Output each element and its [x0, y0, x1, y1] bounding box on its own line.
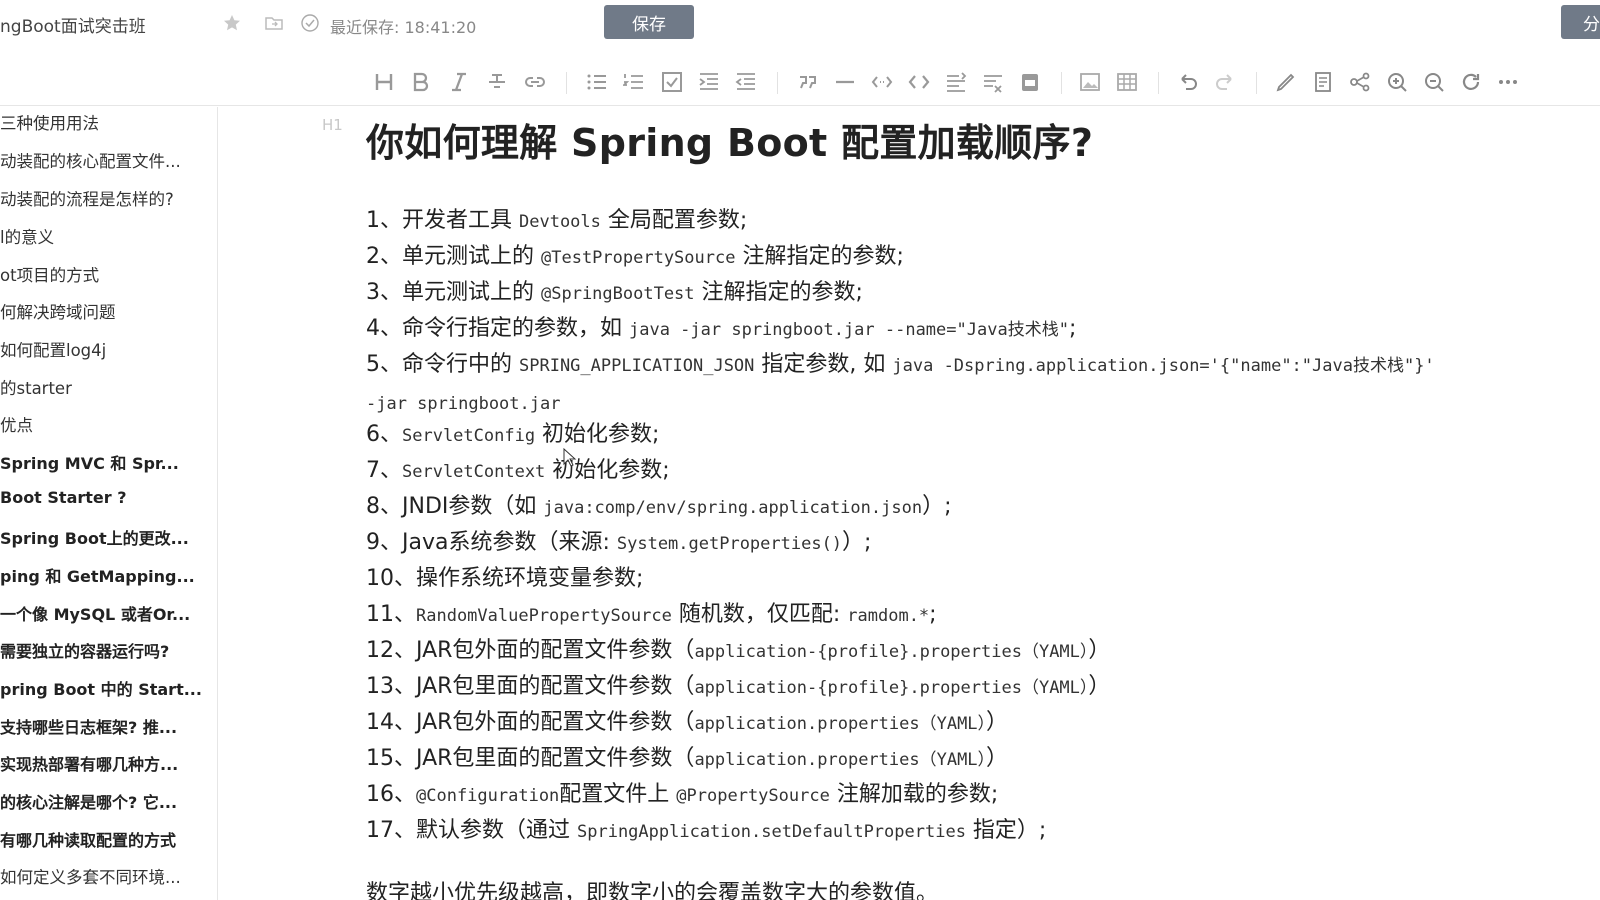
share-button[interactable]: 分	[1561, 5, 1600, 39]
list-item[interactable]: 13、JAR包里面的配置文件参数（application-{profile}.p…	[366, 672, 1110, 703]
list-item[interactable]: 16、@Configuration配置文件上 @PropertySource 注…	[366, 780, 998, 811]
sidebar-item[interactable]: ot项目的方式	[0, 262, 217, 288]
heading-level-marker: H1	[322, 116, 343, 134]
sidebar-item[interactable]: 的starter	[0, 375, 217, 401]
checklist-icon[interactable]	[660, 70, 684, 94]
sidebar-item[interactable]: 有哪几种读取配置的方式	[0, 827, 217, 853]
sidebar-item[interactable]: l的意义	[0, 224, 217, 250]
note-icon[interactable]	[1311, 70, 1335, 94]
list-item[interactable]: 14、JAR包外面的配置文件参数（application.properties（…	[366, 708, 1008, 739]
list-item[interactable]: 6、ServletConfig 初始化参数;	[366, 420, 659, 451]
pen-icon[interactable]	[1274, 70, 1298, 94]
sidebar-item[interactable]: 如何配置log4j	[0, 337, 217, 363]
list-item[interactable]: 12、JAR包外面的配置文件参数（application-{profile}.p…	[366, 636, 1110, 667]
list-item[interactable]: 17、默认参数（通过 SpringApplication.setDefaultP…	[366, 816, 1046, 847]
save-draft-icon[interactable]	[1018, 70, 1042, 94]
strikethrough-icon[interactable]	[485, 70, 509, 94]
folder-icon[interactable]	[264, 13, 284, 33]
outline-sidebar: 三种使用用法 动装配的核心配置文件... 动装配的流程是怎样的? l的意义 ot…	[0, 107, 218, 900]
link-icon[interactable]	[523, 70, 547, 94]
sidebar-item[interactable]: 优点	[0, 412, 217, 438]
list-item[interactable]: 7、ServletContext 初始化参数;	[366, 456, 670, 487]
mouse-cursor-icon	[563, 447, 577, 472]
saved-check-icon	[300, 13, 320, 33]
save-status: 最近保存: 18:41:20	[330, 18, 477, 37]
sidebar-item[interactable]: 如何定义多套不同环境...	[0, 864, 217, 890]
sidebar-item[interactable]: Boot Starter ?	[0, 488, 217, 514]
refresh-icon[interactable]	[1459, 70, 1483, 94]
zoom-in-icon[interactable]	[1385, 70, 1409, 94]
sidebar-item[interactable]: 三种使用用法	[0, 110, 217, 136]
editor-toolbar	[0, 60, 1600, 106]
list-item[interactable]: 15、JAR包里面的配置文件参数（application.properties（…	[366, 744, 1008, 775]
sidebar-item[interactable]: 动装配的核心配置文件...	[0, 148, 217, 174]
document-title: ngBoot面试突击班	[0, 17, 146, 37]
list-item-continuation[interactable]: -jar springboot.jar	[366, 389, 560, 419]
heading-icon[interactable]	[372, 70, 396, 94]
more-icon[interactable]	[1496, 70, 1520, 94]
document-heading[interactable]: 你如何理解 Spring Boot 配置加载顺序?	[366, 112, 1093, 167]
numbered-list-icon[interactable]	[622, 70, 646, 94]
sidebar-item[interactable]: 需要独立的容器运行吗?	[0, 638, 217, 664]
list-item[interactable]: 11、RandomValuePropertySource 随机数，仅匹配: ra…	[366, 600, 937, 631]
table-icon[interactable]	[1115, 70, 1139, 94]
sidebar-item[interactable]: 动装配的流程是怎样的?	[0, 186, 217, 212]
sidebar-item[interactable]: pring Boot 中的 Start...	[0, 676, 217, 702]
code-block-icon[interactable]	[907, 70, 931, 94]
list-item[interactable]: 3、单元测试上的 @SpringBootTest 注解指定的参数;	[366, 278, 863, 309]
bold-icon[interactable]	[409, 70, 433, 94]
format-clear-icon[interactable]	[981, 70, 1005, 94]
list-item[interactable]: 9、Java系统参数（来源: System.getProperties()）;	[366, 528, 871, 559]
sidebar-item[interactable]: ping 和 GetMapping...	[0, 563, 217, 589]
list-item[interactable]: 2、单元测试上的 @TestPropertySource 注解指定的参数;	[366, 242, 904, 273]
align-icon[interactable]	[944, 70, 968, 94]
redo-icon[interactable]	[1213, 70, 1237, 94]
list-item[interactable]: 4、命令行指定的参数，如 java -jar springboot.jar --…	[366, 314, 1076, 345]
zoom-out-icon[interactable]	[1422, 70, 1446, 94]
sidebar-item[interactable]: 实现热部署有哪几种方...	[0, 751, 217, 777]
mindmap-icon[interactable]	[1348, 70, 1372, 94]
list-item[interactable]: 1、开发者工具 Devtools 全局配置参数;	[366, 206, 747, 237]
outdent-icon[interactable]	[734, 70, 758, 94]
priority-note[interactable]: 数字越小优先级越高，即数字小的会覆盖数字大的参数值。	[366, 875, 938, 900]
sidebar-item[interactable]: Spring Boot上的更改...	[0, 525, 217, 551]
app-header: ngBoot面试突击班 最近保存: 18:41:20 保存 分	[0, 0, 1600, 46]
bullet-list-icon[interactable]	[585, 70, 609, 94]
list-item[interactable]: 8、JNDI参数（如 java:comp/env/spring.applicat…	[366, 492, 952, 523]
italic-icon[interactable]	[447, 70, 471, 94]
list-item[interactable]: 5、命令行中的 SPRING_APPLICATION_JSON 指定参数, 如 …	[366, 350, 1435, 381]
sidebar-item[interactable]: 支持哪些日志框架? 推...	[0, 714, 217, 740]
inline-code-icon[interactable]	[870, 70, 894, 94]
save-button[interactable]: 保存	[604, 5, 694, 39]
undo-icon[interactable]	[1176, 70, 1200, 94]
sidebar-item[interactable]: 的核心注解是哪个? 它...	[0, 789, 217, 815]
horizontal-rule-icon[interactable]	[833, 70, 857, 94]
star-icon[interactable]	[222, 13, 242, 33]
sidebar-item[interactable]: 一个像 MySQL 或者Or...	[0, 601, 217, 627]
list-item[interactable]: 10、操作系统环境变量参数;	[366, 564, 643, 595]
sidebar-item[interactable]: 何解决跨域问题	[0, 299, 217, 325]
image-icon[interactable]	[1078, 70, 1102, 94]
indent-icon[interactable]	[697, 70, 721, 94]
sidebar-item[interactable]: Spring MVC 和 Spr...	[0, 450, 217, 476]
quote-icon[interactable]	[796, 70, 820, 94]
